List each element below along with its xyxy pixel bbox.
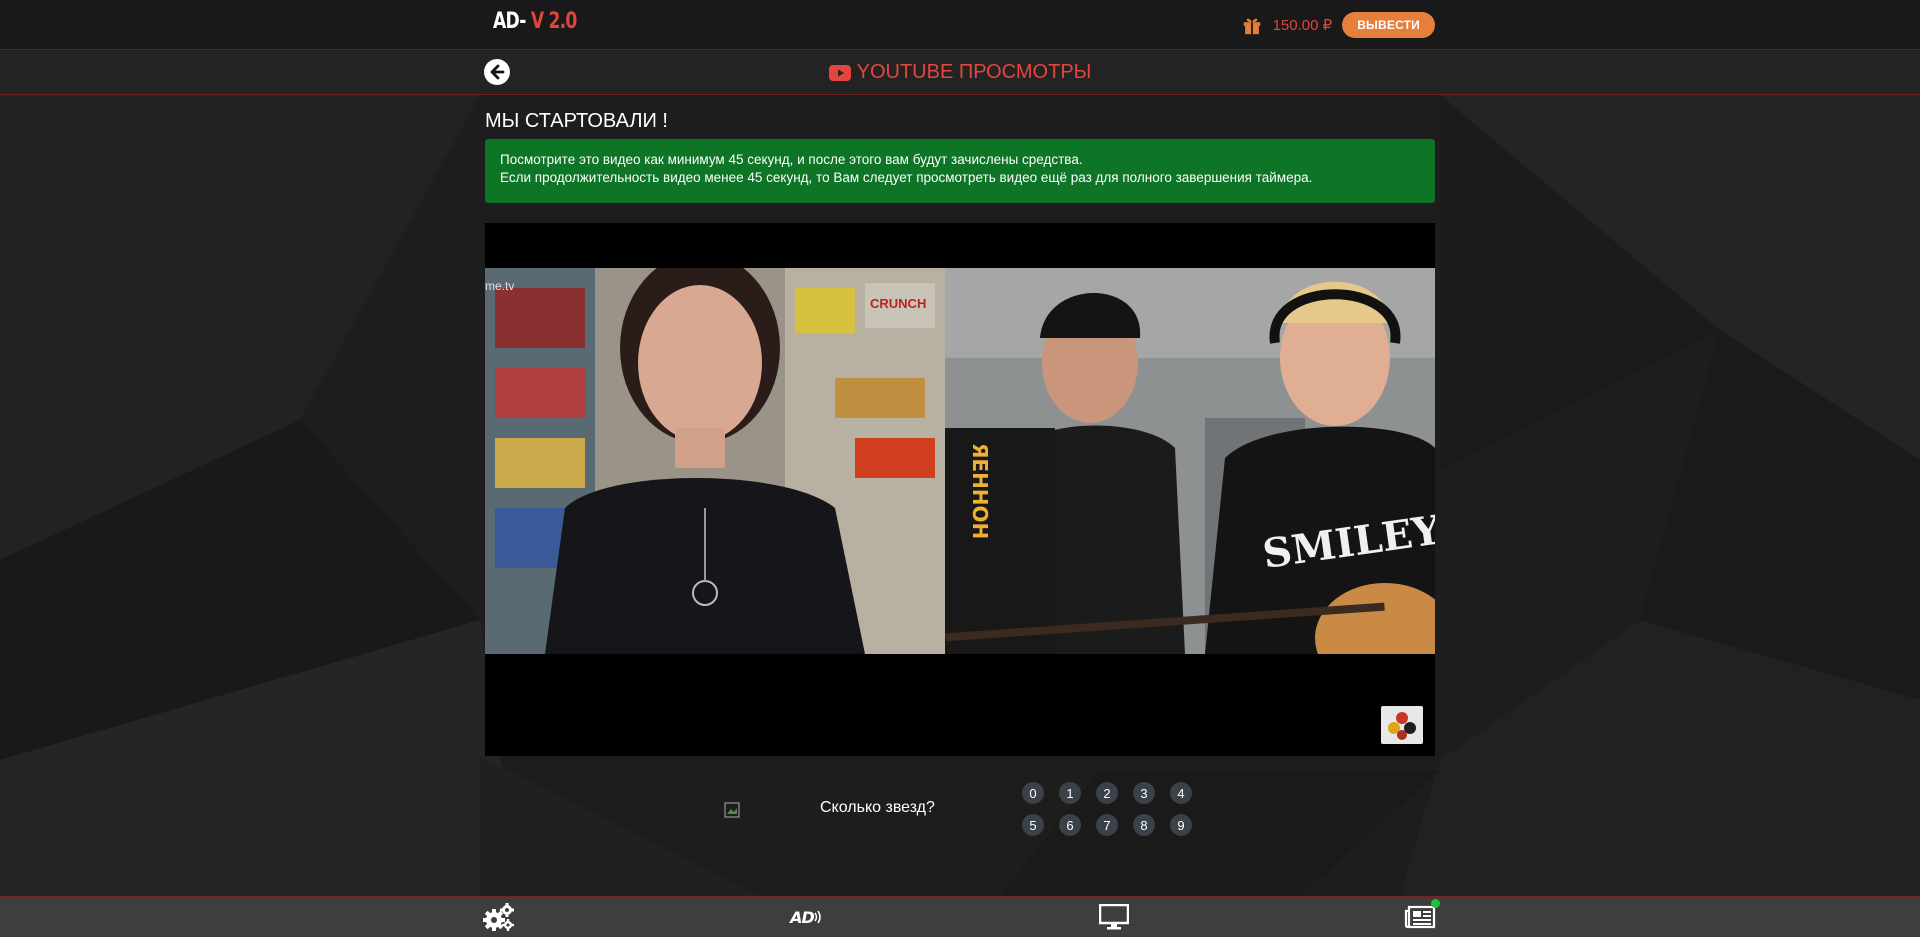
nav-monitor-button[interactable] [1098, 901, 1130, 933]
digit-button-2[interactable]: 2 [1096, 782, 1118, 804]
digit-button-1[interactable]: 1 [1059, 782, 1081, 804]
digit-button-6[interactable]: 6 [1059, 814, 1081, 836]
digit-button-8[interactable]: 8 [1133, 814, 1155, 836]
gift-icon [1243, 18, 1260, 35]
notice-line-1: Посмотрите это видео как минимум 45 секу… [500, 152, 1083, 167]
balance-area: 150.00 ₽ ВЫВЕСТИ [1241, 12, 1435, 38]
notice-line-2: Если продолжительность видео менее 45 се… [500, 170, 1313, 185]
video-player[interactable]: me.tv CRUNCH ЯЕННОН SMILEY [485, 223, 1435, 756]
bottom-nav: AD [0, 896, 1920, 937]
digit-button-3[interactable]: 3 [1133, 782, 1155, 804]
balance-amount: 150.00 ₽ [1272, 17, 1333, 34]
channel-logo-icon [1388, 712, 1416, 740]
newspaper-icon [1404, 905, 1436, 929]
digit-button-4[interactable]: 4 [1170, 782, 1192, 804]
youtube-icon [828, 64, 851, 81]
signal-waves-icon [814, 910, 821, 924]
monitor-icon [1099, 904, 1129, 930]
digit-button-0[interactable]: 0 [1022, 782, 1044, 804]
video-crunch-label: CRUNCH [870, 296, 926, 311]
page-title-text: YOUTUBE ПРОСМОТРЫ [856, 61, 1092, 83]
nav-ad-button[interactable]: AD [787, 901, 827, 933]
video-accordion-text: ЯЕННОН [968, 443, 992, 539]
notification-dot [1431, 899, 1440, 908]
channel-logo[interactable] [1381, 706, 1423, 744]
digit-button-5[interactable]: 5 [1022, 814, 1044, 836]
nav-news-button[interactable] [1402, 899, 1440, 933]
app-logo[interactable]: AD- V 2.0 [493, 9, 577, 34]
digit-button-9[interactable]: 9 [1170, 814, 1192, 836]
section-heading: МЫ СТАРТОВАЛИ ! [485, 110, 668, 132]
info-notice: Посмотрите это видео как минимум 45 секу… [485, 139, 1435, 203]
logo-version: V 2.0 [530, 9, 578, 34]
video-watermark: me.tv [485, 279, 514, 293]
top-header: AD- V 2.0 150.00 ₽ ВЫВЕСТИ [0, 0, 1920, 50]
ad-logo-icon: AD [790, 907, 815, 927]
title-bar: YOUTUBE ПРОСМОТРЫ [0, 51, 1920, 95]
captcha-question: Сколько звезд? [820, 799, 935, 816]
logo-prefix: AD- [493, 9, 526, 34]
captcha-digit-grid: 0 1 2 3 4 5 6 7 8 9 [1022, 782, 1192, 836]
page-title: YOUTUBE ПРОСМОТРЫ [0, 61, 1920, 84]
digit-button-7[interactable]: 7 [1096, 814, 1118, 836]
nav-settings-button[interactable] [482, 901, 516, 933]
gears-icon [483, 903, 514, 931]
withdraw-button[interactable]: ВЫВЕСТИ [1342, 12, 1435, 38]
video-thumbnail: me.tv CRUNCH ЯЕННОН SMILEY [485, 268, 1435, 654]
broken-image-icon [724, 802, 740, 818]
